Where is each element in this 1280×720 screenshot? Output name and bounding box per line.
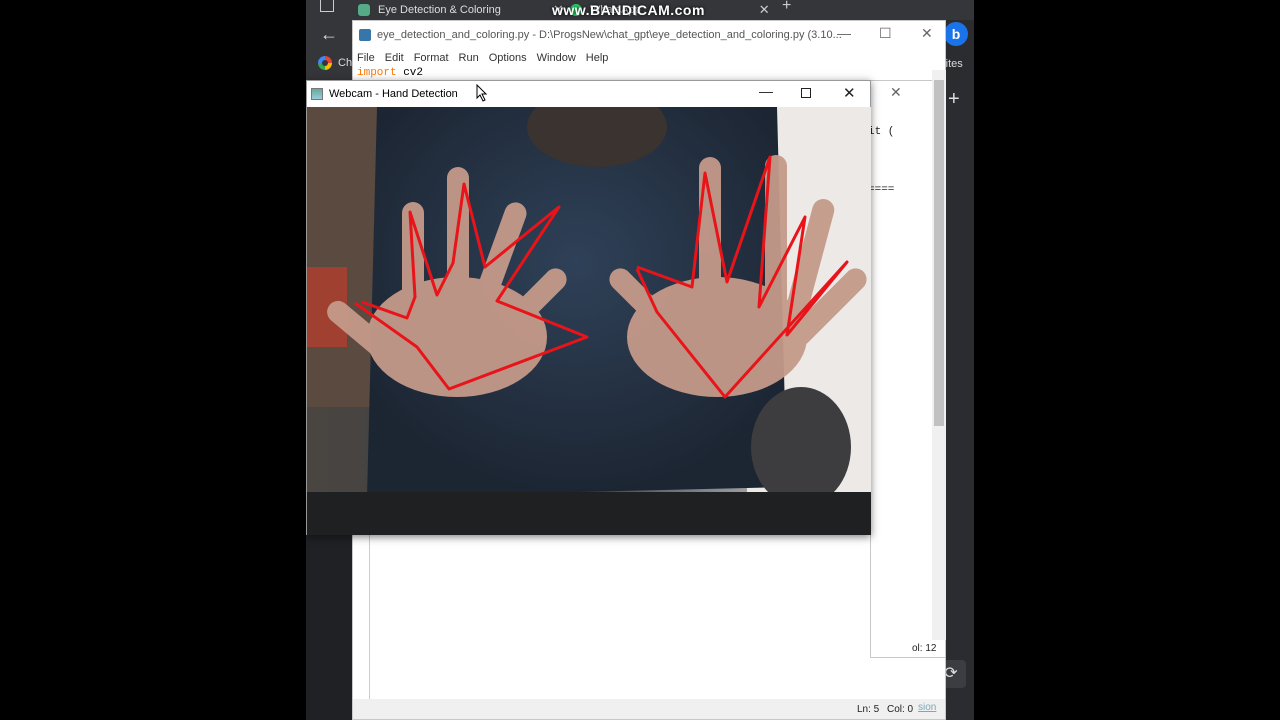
webcam-title: Webcam - Hand Detection xyxy=(329,88,458,100)
cursor-icon xyxy=(476,84,488,102)
bing-icon[interactable]: b xyxy=(944,22,968,46)
code-text: cv2 xyxy=(396,67,424,79)
menu-file[interactable]: File xyxy=(357,52,375,64)
menu-options[interactable]: Options xyxy=(489,52,527,64)
chatgpt-icon xyxy=(358,4,370,16)
left-background xyxy=(307,107,377,407)
add-icon[interactable]: + xyxy=(948,88,960,111)
new-tab-button[interactable]: + xyxy=(782,0,791,14)
code-keyword: import xyxy=(357,67,397,79)
webcam-window[interactable]: Webcam - Hand Detection — ✕ xyxy=(306,80,871,535)
screen: Eye Detection & Coloring ✕ WhatsApp ✕ + … xyxy=(306,0,974,720)
shell-link[interactable]: sion xyxy=(918,702,936,713)
shell-text: it ( xyxy=(868,126,895,138)
tab-label: Eye Detection & Coloring xyxy=(378,4,501,16)
back-arrow-icon[interactable]: ← xyxy=(320,24,338,45)
chair xyxy=(751,387,851,507)
menu-window[interactable]: Window xyxy=(537,52,576,64)
maximize-icon[interactable] xyxy=(801,88,811,98)
keyboard xyxy=(307,492,871,535)
menu-edit[interactable]: Edit xyxy=(385,52,404,64)
editor-title-bar: eye_detection_and_coloring.py - D:\Progs… xyxy=(353,21,945,49)
minimize-icon[interactable]: — xyxy=(837,25,851,41)
side-panel xyxy=(942,20,974,720)
status-line: Ln: 5 xyxy=(857,704,880,715)
menu-help[interactable]: Help xyxy=(586,52,609,64)
close-icon[interactable]: ✕ xyxy=(843,84,856,102)
close-icon[interactable]: ✕ xyxy=(921,25,933,42)
minimize-icon[interactable]: — xyxy=(759,83,773,99)
google-icon[interactable] xyxy=(318,56,332,70)
maximize-icon[interactable]: ☐ xyxy=(879,25,892,42)
tab-eye-detection[interactable]: Eye Detection & Coloring ✕ xyxy=(358,0,564,20)
window-icon xyxy=(311,88,323,100)
code-area[interactable] xyxy=(369,531,937,701)
bookmark-label[interactable]: Ch xyxy=(338,57,352,69)
webcam-image xyxy=(307,107,871,535)
shell-status: ol: 12 xyxy=(912,643,937,654)
status-column: Col: 0 xyxy=(887,704,914,715)
status-bar: Ln: 5 Col: 0 xyxy=(353,699,945,719)
menu-bar: File Edit Format Run Options Window Help xyxy=(353,49,945,67)
code-line[interactable]: import cv2 xyxy=(357,67,423,79)
close-tab-icon[interactable]: ✕ xyxy=(759,2,770,18)
menu-run[interactable]: Run xyxy=(459,52,479,64)
python-icon xyxy=(359,29,371,41)
webcam-title-bar[interactable]: Webcam - Hand Detection xyxy=(307,81,870,107)
scrollbar-thumb[interactable] xyxy=(934,80,944,426)
sidebar-toggle-icon[interactable] xyxy=(320,0,334,12)
menu-format[interactable]: Format xyxy=(414,52,449,64)
editor-title: eye_detection_and_coloring.py - D:\Progs… xyxy=(377,29,842,41)
watermark: www.BANDICAM.com xyxy=(552,2,705,18)
shell-text: ==== xyxy=(868,184,895,196)
webcam-feed xyxy=(307,107,871,535)
close-icon[interactable]: ✕ xyxy=(890,84,902,101)
